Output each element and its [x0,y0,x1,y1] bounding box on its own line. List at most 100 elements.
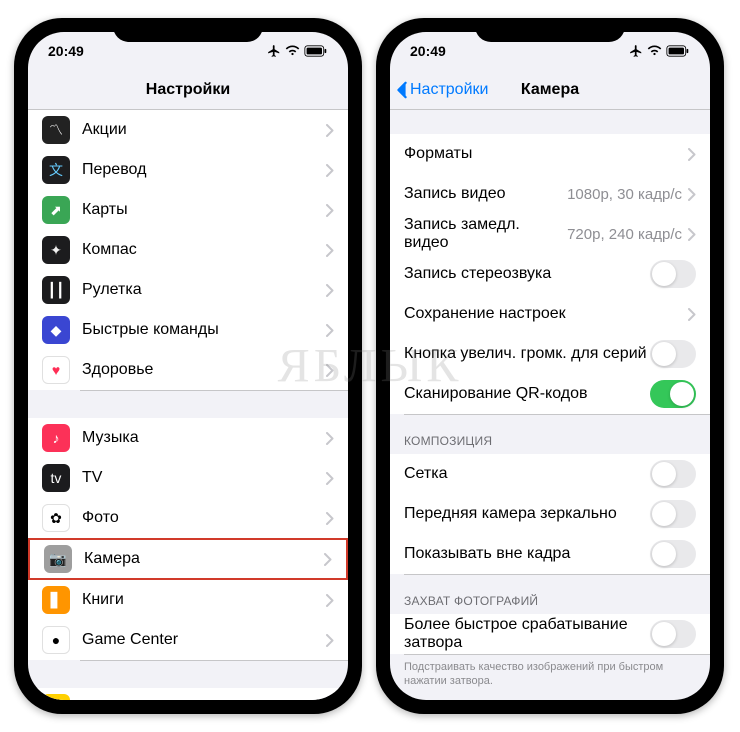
settings-row-музыка[interactable]: ♪ Музыка [28,418,348,458]
row-label: Сканирование QR-кодов [404,385,650,403]
row-label: Карты [82,201,326,219]
page-title: Настройки [28,81,348,99]
setting-row[interactable]: Кнопка увелич. громк. для серий [390,334,710,374]
row-label: Камера [84,550,324,568]
status-time: 20:49 [48,43,84,59]
app-icon: ▋ [42,586,70,614]
toggle-switch[interactable] [650,260,696,288]
row-label: Более быстрое срабатывание затвора [404,616,650,652]
status-time: 20:49 [410,43,446,59]
chevron-right-icon [326,472,334,485]
back-label: Настройки [410,81,488,99]
app-icon: ☻ [42,694,70,700]
settings-row-фото[interactable]: ✿Фото [28,498,348,538]
settings-row-перевод[interactable]: 文Перевод [28,150,348,190]
row-label: Кнопка увелич. громк. для серий [404,345,650,363]
row-label: Game Center [82,631,326,649]
setting-row[interactable]: Показывать вне кадра [390,534,710,574]
row-label: Сетка [404,465,650,483]
row-label: Книги [82,591,326,609]
battery-icon [304,45,328,57]
settings-row-компас[interactable]: ✦ Компас [28,230,348,270]
row-label: Сохранение настроек [404,305,688,323]
settings-row-айдаприкол[interactable]: ☻ АйДаПрикол [28,688,348,700]
toggle-switch[interactable] [650,460,696,488]
chevron-right-icon [688,148,696,161]
section-header: ЗАХВАТ ФОТОГРАФИЙ [390,574,710,614]
screen-left: 20:49 Настройки 〽 Акции 文Перевод⬈Карты ✦ Ком… [28,32,348,700]
row-label: Показывать вне кадра [404,545,650,563]
row-label: Акции [82,121,326,139]
chevron-right-icon [326,324,334,337]
app-icon: 📷 [44,545,72,573]
row-label: Запись видео [404,185,567,203]
chevron-right-icon [326,124,334,137]
chevron-right-icon [326,594,334,607]
settings-row-камера[interactable]: 📷 Камера [28,538,348,580]
app-icon: ♥ [42,356,70,384]
row-label: Запись стереозвука [404,265,650,283]
setting-row[interactable]: Сканирование QR-кодов [390,374,710,414]
screen-right: 20:49 Настройки Камера ФорматыЗапись вид… [390,32,710,700]
settings-row-карты[interactable]: ⬈Карты [28,190,348,230]
chevron-right-icon [326,204,334,217]
row-label: Музыка [82,429,326,447]
setting-row[interactable]: Форматы [390,134,710,174]
chevron-right-icon [326,432,334,445]
app-icon: ✦ [42,236,70,264]
settings-row-книги[interactable]: ▋ Книги [28,580,348,620]
chevron-right-icon [688,228,696,241]
settings-row-tv[interactable]: tvTV [28,458,348,498]
settings-row-game-center[interactable]: ● Game Center [28,620,348,660]
app-icon: ◆ [42,316,70,344]
chevron-right-icon [326,284,334,297]
camera-settings-list[interactable]: ФорматыЗапись видео1080p, 30 кадр/сЗапис… [390,110,710,700]
setting-row[interactable]: Запись стереозвука [390,254,710,294]
row-label: АйДаПрикол [82,699,326,700]
chevron-right-icon [326,244,334,257]
row-detail: 1080p, 30 кадр/с [567,186,682,203]
setting-row[interactable]: Сетка [390,454,710,494]
toggle-switch[interactable] [650,380,696,408]
row-label: Компас [82,241,326,259]
section-footer: Подстраивать качество изображений при бы… [390,654,710,699]
app-icon: 〽 [42,116,70,144]
chevron-left-icon [396,81,408,99]
wifi-icon [285,45,300,57]
row-label: Форматы [404,145,688,163]
back-button[interactable]: Настройки [390,81,488,99]
airplane-icon [629,44,643,58]
row-label: Передняя камера зеркально [404,505,650,523]
toggle-switch[interactable] [650,500,696,528]
chevron-right-icon [326,634,334,647]
settings-row-акции[interactable]: 〽 Акции [28,110,348,150]
phone-left: 20:49 Настройки 〽 Акции 文Перевод⬈Карты ✦ Ком… [14,18,362,714]
battery-icon [666,45,690,57]
setting-row[interactable]: Запись видео1080p, 30 кадр/с [390,174,710,214]
app-icon: 文 [42,156,70,184]
app-icon: ♪ [42,424,70,452]
settings-list[interactable]: 〽 Акции 文Перевод⬈Карты ✦ Компас ┃┃Рулетка ◆ Быс… [28,110,348,700]
setting-row[interactable]: Передняя камера зеркально [390,494,710,534]
toggle-switch[interactable] [650,340,696,368]
chevron-right-icon [326,164,334,177]
row-label: Здоровье [82,361,326,379]
setting-row[interactable]: Более быстрое срабатывание затвора [390,614,710,654]
chevron-right-icon [324,553,332,566]
settings-row-быстрые-команды[interactable]: ◆ Быстрые команды [28,310,348,350]
row-label: Фото [82,509,326,527]
section-header: КОМПОЗИЦИЯ [390,414,710,454]
toggle-switch[interactable] [650,540,696,568]
status-indicators [267,44,328,58]
settings-row-здоровье[interactable]: ♥ Здоровье [28,350,348,390]
app-icon: tv [42,464,70,492]
app-icon: ● [42,626,70,654]
row-detail: 720p, 240 кадр/с [567,226,682,243]
toggle-switch[interactable] [650,620,696,648]
chevron-right-icon [688,308,696,321]
notch [475,18,625,42]
setting-row[interactable]: Сохранение настроек [390,294,710,334]
row-label: Быстрые команды [82,321,326,339]
setting-row[interactable]: Запись замедл. видео720p, 240 кадр/с [390,214,710,254]
settings-row-рулетка[interactable]: ┃┃Рулетка [28,270,348,310]
